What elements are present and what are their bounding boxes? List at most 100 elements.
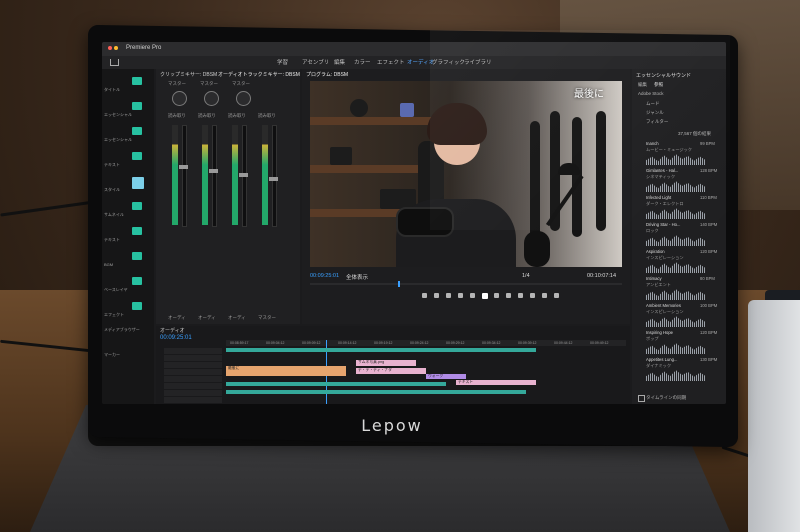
timeline-clip-4[interactable]: ウォーク — [426, 374, 466, 379]
workspace-tab-6[interactable]: グラフィック — [432, 58, 465, 66]
workspace-tab-2[interactable]: 編集 — [334, 58, 345, 66]
transport-button-9[interactable] — [530, 293, 535, 298]
volume-fader-0[interactable] — [182, 125, 187, 227]
track-header-6[interactable] — [164, 390, 222, 396]
track-icon-2[interactable] — [132, 127, 142, 135]
tab-audio-track-mixer[interactable]: オーディオトラックミキサー: DBSM — [218, 71, 300, 78]
pan-knob-1[interactable] — [204, 91, 219, 106]
transport-button-8[interactable] — [518, 293, 523, 298]
track-header-4[interactable] — [164, 376, 222, 382]
minimize-window-icon[interactable] — [114, 46, 118, 50]
timeline-clip-2[interactable]: サムネ写真.png — [356, 360, 416, 366]
tab-clip-mixer[interactable]: クリップミキサー: DBSM — [160, 71, 217, 78]
filter-2[interactable]: フィルター — [646, 119, 668, 125]
pan-knob-2[interactable] — [236, 91, 251, 106]
transport-button-5[interactable] — [482, 293, 488, 299]
fader-handle-0[interactable] — [179, 165, 188, 169]
sound-waveform-5[interactable] — [646, 289, 706, 300]
timeline-clip-6[interactable] — [226, 382, 446, 386]
tab-timeline[interactable]: オーディオ — [160, 327, 185, 334]
fader-handle-2[interactable] — [239, 173, 248, 177]
program-playhead[interactable] — [398, 281, 400, 287]
transport-button-2[interactable] — [446, 293, 451, 298]
track-icon-9[interactable] — [132, 302, 142, 310]
sound-waveform-7[interactable] — [646, 343, 706, 354]
sound-title-7[interactable]: Inspiring Hope — [646, 330, 673, 335]
timeline-sync-checkbox[interactable] — [638, 395, 645, 402]
workspace-tab-3[interactable]: カラー — [354, 58, 371, 66]
sound-waveform-6[interactable] — [646, 316, 706, 327]
sound-title-3[interactable]: Driving Star - Ho... — [646, 222, 680, 227]
transport-button-10[interactable] — [542, 293, 547, 298]
tab-program[interactable]: プログラム: DBSM — [306, 71, 348, 78]
sound-waveform-0[interactable] — [646, 154, 706, 165]
sound-waveform-1[interactable] — [646, 181, 706, 192]
track-icon-7[interactable] — [132, 252, 142, 260]
timeline-clip-5[interactable]: テキスト — [456, 380, 536, 385]
acoustic-panel-1 — [530, 121, 540, 241]
track-header-1[interactable] — [164, 355, 222, 361]
transport-button-3[interactable] — [458, 293, 463, 298]
workspace-tab-7[interactable]: ライブラリ — [464, 58, 492, 66]
sound-title-1[interactable]: Gimlantes - Hal... — [646, 168, 678, 173]
timeline-clip-0[interactable] — [226, 348, 536, 352]
workspace-tab-1[interactable]: アセンブリ — [302, 58, 329, 66]
filter-0[interactable]: ムード — [646, 101, 660, 107]
timeline-timecode[interactable]: 00:09:25:01 — [160, 335, 192, 341]
transport-button-1[interactable] — [434, 293, 439, 298]
timeline-clip-1[interactable]: 最後に — [226, 366, 346, 376]
sound-waveform-2[interactable] — [646, 208, 706, 219]
tab-edit[interactable]: 編集 — [638, 82, 647, 88]
program-fit-select[interactable]: 全体表示 — [346, 273, 368, 281]
track-icon-1[interactable] — [132, 102, 142, 110]
sound-title-5[interactable]: Intimacy — [646, 276, 662, 281]
close-window-icon[interactable] — [108, 46, 112, 50]
transport-button-4[interactable] — [470, 293, 475, 298]
volume-fader-1[interactable] — [212, 125, 217, 227]
ruler-label-10: 00:09:49:12 — [590, 341, 609, 345]
track-icon-8[interactable] — [132, 277, 142, 285]
program-scrubber[interactable] — [310, 283, 622, 285]
sound-waveform-3[interactable] — [646, 235, 706, 246]
filter-1[interactable]: ジャンル — [646, 110, 664, 116]
ruler-label-9: 00:09:44:12 — [554, 341, 573, 345]
track-icon-0[interactable] — [132, 77, 142, 85]
fader-handle-3[interactable] — [269, 177, 278, 181]
workspace-tab-4[interactable]: エフェクト — [377, 58, 405, 66]
home-icon[interactable] — [110, 59, 119, 66]
track-header-2[interactable] — [164, 362, 222, 368]
track-icon-4[interactable] — [132, 177, 144, 189]
tab-browse[interactable]: 参照 — [654, 82, 663, 88]
track-header-5[interactable] — [164, 383, 222, 389]
timeline-clip-3[interactable]: デ・デ・ディ・ナタ — [356, 368, 426, 374]
transport-button-11[interactable] — [554, 293, 559, 298]
timeline-panel: オーディオ 00:09:25:01 00:08:59:17 00:09:04:12… — [156, 326, 630, 404]
sound-title-4[interactable]: Aspiration — [646, 249, 665, 254]
workspace-tab-5[interactable]: オーディオ — [407, 58, 434, 66]
track-header-0[interactable] — [164, 348, 222, 354]
program-current-timecode[interactable]: 00:09:25:01 — [310, 273, 339, 279]
mixer-knob-label-0: マスター — [168, 81, 186, 86]
brand-logo: Lepow — [361, 416, 423, 435]
sound-waveform-4[interactable] — [646, 262, 706, 273]
pan-knob-0[interactable] — [172, 91, 187, 106]
track-header-3[interactable] — [164, 369, 222, 375]
adobe-stock-source[interactable]: Adobe Stock — [638, 91, 664, 96]
sound-title-6[interactable]: Ambient Memories — [646, 303, 681, 308]
timeline-clip-7[interactable] — [226, 390, 526, 394]
track-icon-5[interactable] — [132, 202, 142, 210]
sound-waveform-8[interactable] — [646, 370, 706, 381]
transport-button-6[interactable] — [494, 293, 499, 298]
track-icon-3[interactable] — [132, 152, 142, 160]
fader-handle-1[interactable] — [209, 169, 218, 173]
sound-title-8[interactable]: Appetites Lung... — [646, 357, 677, 362]
track-header-7[interactable] — [164, 397, 222, 403]
transport-button-0[interactable] — [422, 293, 427, 298]
sound-title-0[interactable]: Inanch — [646, 141, 659, 146]
transport-button-7[interactable] — [506, 293, 511, 298]
track-icon-6[interactable] — [132, 227, 142, 235]
program-resolution[interactable]: 1/4 — [522, 273, 530, 279]
sound-title-2[interactable]: Infected Light — [646, 195, 671, 200]
volume-fader-3[interactable] — [272, 125, 277, 227]
workspace-tab-0[interactable]: 学習 — [277, 58, 288, 66]
